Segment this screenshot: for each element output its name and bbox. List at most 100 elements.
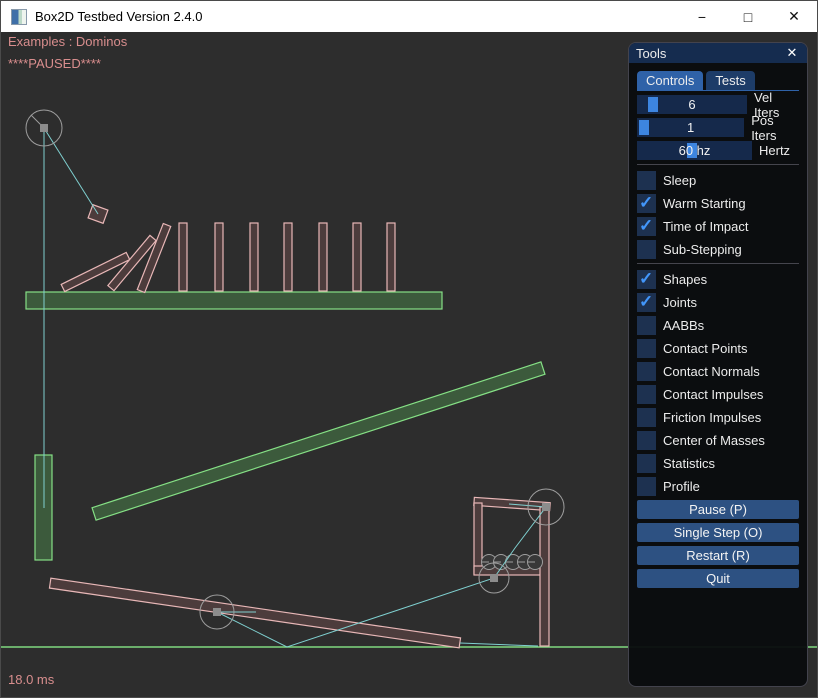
standing-domino xyxy=(353,223,361,291)
slider-row-pos-iters: 1Pos Iters xyxy=(637,118,799,137)
slider-value: 60 hz xyxy=(637,141,752,160)
separator xyxy=(637,164,799,165)
checkbox-label: Joints xyxy=(663,295,697,310)
checkbox-label: Statistics xyxy=(663,456,715,471)
checkbox-label: Shapes xyxy=(663,272,707,287)
checkbox-label: Friction Impulses xyxy=(663,410,761,425)
slider-pos-iters[interactable]: 1 xyxy=(637,118,744,137)
slider-label: Hertz xyxy=(759,143,790,158)
checkbox-box[interactable]: ✓ xyxy=(637,171,656,190)
tab-tests[interactable]: Tests xyxy=(706,71,754,90)
slider-value: 6 xyxy=(637,95,747,114)
checkbox-label: Contact Points xyxy=(663,341,748,356)
checkbox-box[interactable]: ✓ xyxy=(637,431,656,450)
dynamic-bodies xyxy=(49,205,550,648)
maximize-icon[interactable]: □ xyxy=(725,1,771,32)
checkbox-label: AABBs xyxy=(663,318,704,333)
checkbox-box[interactable]: ✓ xyxy=(637,316,656,335)
checkbox-box[interactable]: ✓ xyxy=(637,217,656,236)
paused-status: ****PAUSED**** xyxy=(8,56,101,71)
standing-domino xyxy=(250,223,258,291)
checkbox-contact-points[interactable]: ✓ Contact Points xyxy=(637,339,799,358)
checkbox-joints[interactable]: ✓ Joints xyxy=(637,293,799,312)
checkbox-label: Profile xyxy=(663,479,700,494)
check-icon: ✓ xyxy=(639,292,653,312)
standing-domino xyxy=(284,223,292,291)
pause-button[interactable]: Pause (P) xyxy=(637,500,799,519)
slider-label: Pos Iters xyxy=(751,113,799,143)
checkbox-profile[interactable]: ✓ Profile xyxy=(637,477,799,496)
checkbox-sleep[interactable]: ✓ Sleep xyxy=(637,171,799,190)
checkbox-box[interactable]: ✓ xyxy=(637,339,656,358)
draw-flags-group: ✓ Shapes ✓ Joints ✓ AABBs ✓ Contact Points ✓ Cont… xyxy=(637,270,799,496)
checkbox-label: Center of Masses xyxy=(663,433,765,448)
slider-row-vel-iters: 6Vel Iters xyxy=(637,95,799,114)
checkbox-box[interactable]: ✓ xyxy=(637,194,656,213)
panel-buttons-group: Pause (P) Single Step (O) Restart (R) Quit xyxy=(637,500,799,588)
checkbox-contact-normals[interactable]: ✓ Contact Normals xyxy=(637,362,799,381)
checkbox-label: Sleep xyxy=(663,173,696,188)
tools-close-icon[interactable]: ✕ xyxy=(784,45,800,61)
tools-panel: Tools ✕ ControlsTests 6Vel Iters1Pos Ite… xyxy=(628,42,808,687)
tools-panel-titlebar[interactable]: Tools ✕ xyxy=(629,43,807,63)
checkbox-aabbs[interactable]: ✓ AABBs xyxy=(637,316,799,335)
app-icon xyxy=(11,9,27,25)
checkbox-box[interactable]: ✓ xyxy=(637,240,656,259)
checkbox-friction-impulses[interactable]: ✓ Friction Impulses xyxy=(637,408,799,427)
physics-canvas[interactable]: Examples : Dominos ****PAUSED**** 18.0 m… xyxy=(1,32,818,698)
checkbox-box[interactable]: ✓ xyxy=(637,270,656,289)
checkbox-time-of-impact[interactable]: ✓Time of Impact xyxy=(637,217,799,236)
close-icon[interactable]: ✕ xyxy=(771,1,817,32)
checkbox-box[interactable]: ✓ xyxy=(637,408,656,427)
checkbox-contact-impulses[interactable]: ✓ Contact Impulses xyxy=(637,385,799,404)
standing-domino xyxy=(179,223,187,291)
checkbox-shapes[interactable]: ✓ Shapes xyxy=(637,270,799,289)
tilted-plank-static xyxy=(92,362,545,520)
restart-button[interactable]: Restart (R) xyxy=(637,546,799,565)
checkbox-box[interactable]: ✓ xyxy=(637,362,656,381)
fallen-domino-3 xyxy=(137,224,170,293)
standing-domino xyxy=(215,223,223,291)
pendulum-rope-diagonal xyxy=(44,128,98,214)
example-title: Examples : Dominos xyxy=(8,34,127,49)
separator xyxy=(637,263,799,264)
checkbox-label: Warm Starting xyxy=(663,196,746,211)
slider-value: 1 xyxy=(637,118,744,137)
check-icon: ✓ xyxy=(639,216,653,236)
slider-vel-iters[interactable]: 6 xyxy=(637,95,747,114)
minimize-icon[interactable]: − xyxy=(679,1,725,32)
checkbox-box[interactable]: ✓ xyxy=(637,293,656,312)
tab-controls[interactable]: Controls xyxy=(637,71,703,90)
frame-time: 18.0 ms xyxy=(8,672,54,687)
slider-group: 6Vel Iters1Pos Iters60 hzHertz xyxy=(637,95,799,160)
ground-rope xyxy=(460,643,538,646)
standing-domino xyxy=(387,223,395,291)
single-step-button[interactable]: Single Step (O) xyxy=(637,523,799,542)
joint-markers xyxy=(26,110,564,629)
checkbox-box[interactable]: ✓ xyxy=(637,385,656,404)
checkbox-box[interactable]: ✓ xyxy=(637,454,656,473)
checkbox-label: Contact Impulses xyxy=(663,387,763,402)
static-bodies xyxy=(26,292,545,560)
tabbar: ControlsTests xyxy=(637,70,799,91)
check-icon: ✓ xyxy=(639,193,653,213)
checkbox-center-of-masses[interactable]: ✓ Center of Masses xyxy=(637,431,799,450)
checkbox-label: Contact Normals xyxy=(663,364,760,379)
checkbox-box[interactable]: ✓ xyxy=(637,477,656,496)
os-titlebar: Box2D Testbed Version 2.4.0 − □ ✕ xyxy=(1,1,817,32)
frame-right-leg xyxy=(540,507,549,646)
checkbox-statistics[interactable]: ✓ Statistics xyxy=(637,454,799,473)
checkbox-warm-starting[interactable]: ✓ Warm Starting xyxy=(637,194,799,213)
standing-domino xyxy=(319,223,327,291)
tools-panel-title: Tools xyxy=(636,46,784,61)
checkbox-label: Sub-Stepping xyxy=(663,242,742,257)
domino-platform xyxy=(26,292,442,309)
quit-button[interactable]: Quit xyxy=(637,569,799,588)
check-icon: ✓ xyxy=(639,269,653,289)
slider-row-hertz: 60 hz Hertz xyxy=(637,141,799,160)
frame-left-post xyxy=(474,503,482,574)
slider-hertz[interactable]: 60 hz xyxy=(637,141,752,160)
sim-flags-group: ✓Sleep✓Warm Starting✓Time of Impact✓Sub-… xyxy=(637,171,799,259)
window-title: Box2D Testbed Version 2.4.0 xyxy=(35,9,679,24)
checkbox-sub-stepping[interactable]: ✓ Sub-Stepping xyxy=(637,240,799,259)
